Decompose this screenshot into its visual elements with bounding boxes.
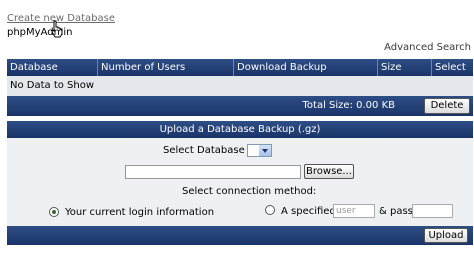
delete-button[interactable]: Delete	[424, 98, 470, 114]
select-database-dropdown[interactable]	[247, 144, 272, 157]
pass-label: & pass	[379, 206, 413, 217]
connection-method-label: Select connection method:	[182, 186, 317, 197]
upload-bar: Upload	[7, 226, 473, 245]
specified-login-label: A specified	[281, 206, 336, 217]
chevron-down-icon[interactable]	[259, 145, 271, 156]
column-header-select[interactable]: Select	[432, 59, 473, 76]
column-header-download[interactable]: Download Backup	[234, 59, 378, 76]
upload-section-title: Upload a Database Backup (.gz)	[7, 121, 473, 138]
upload-button[interactable]: Upload	[424, 228, 468, 243]
pass-field[interactable]	[412, 204, 453, 218]
empty-table-message: No Data to Show	[7, 76, 473, 96]
select-database-label: Select Database	[163, 145, 245, 156]
current-login-label: Your current login information	[65, 207, 215, 218]
column-header-size[interactable]: Size	[378, 59, 432, 76]
column-header-database[interactable]: Database	[7, 59, 98, 76]
advanced-search-link[interactable]: Advanced Search	[384, 42, 471, 53]
phpmyadmin-link[interactable]: phpMyAdmin	[7, 27, 72, 38]
radio-current-login[interactable]	[49, 207, 59, 217]
column-header-users[interactable]: Number of Users	[98, 59, 234, 76]
total-size-text: Total Size: 0.00 KB	[302, 100, 395, 111]
table-header: Database Number of Users Download Backup…	[7, 59, 473, 76]
browse-button[interactable]: Browse...	[304, 164, 354, 179]
total-size-bar: Total Size: 0.00 KB Delete	[7, 96, 473, 116]
radio-specified-login[interactable]	[265, 205, 275, 215]
backup-file-input[interactable]	[125, 165, 301, 179]
upload-panel: Select Database Browse... Select connect…	[7, 138, 473, 226]
user-field[interactable]: user	[333, 204, 375, 218]
